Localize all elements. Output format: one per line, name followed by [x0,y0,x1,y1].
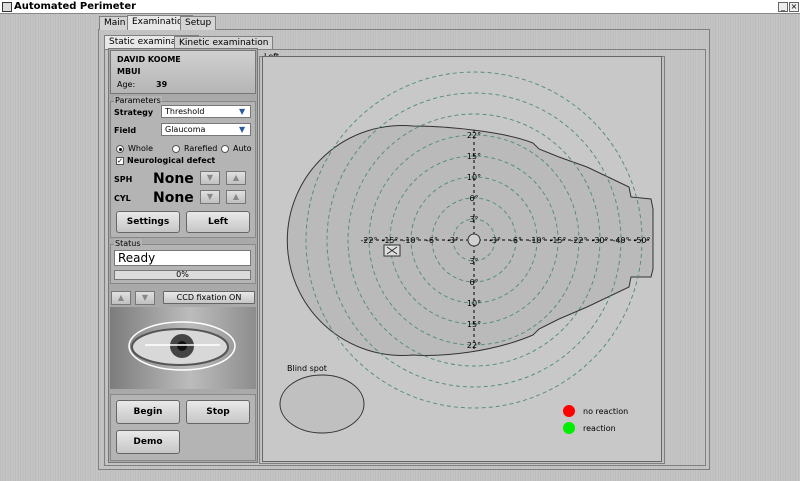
parameters-title: Parameters [114,96,162,105]
tick-label-right: -10° [528,236,545,245]
arrow-down-icon: ▼ [206,173,214,182]
age-value: 39 [156,80,168,89]
radio-rarefied-label: Rarefied [184,144,218,153]
tick-label-right: -3° [489,236,501,245]
title-bar: Automated Perimeter _ × [0,0,800,14]
perimetry-chart: 22° 15° 10° 6° 3° 3° 6° 10° 15° 22° -22° -15° -10° -6… [262,56,662,462]
dropdown-arrow-icon: ▼ [239,107,246,116]
status-text: Ready [114,250,251,266]
eye-camera-view [110,307,256,389]
radio-whole-label: Whole [128,144,154,153]
field-value: Glaucoma [165,125,206,134]
patient-card: DAVID KOOME MBUI Age: 39 [110,50,256,94]
tab-setup[interactable]: Setup [180,16,217,30]
sph-up-button[interactable]: ▲ [226,171,246,185]
tick-label-right: -50° [633,236,650,245]
demo-button[interactable]: Demo [116,430,180,454]
tick-label-down: 6° [469,278,478,287]
stop-button[interactable]: Stop [186,400,250,424]
blind-spot-ellipse [279,374,365,434]
legend-no-reaction-label: no reaction [583,407,628,416]
eye-select-button[interactable]: Left [186,211,250,233]
cyl-label: CYL [114,194,131,203]
strategy-label: Strategy [114,108,154,117]
neuro-label: Neurological defect [127,156,216,165]
radio-rarefied[interactable] [172,145,180,153]
perimetry-svg: 22° 15° 10° 6° 3° 3° 6° 10° 15° 22° -22° -15° -10° -6… [279,71,654,434]
tick-label-right: -22° [570,236,587,245]
tick-label-down: 10° [467,299,481,308]
tick-label-right: -15° [549,236,566,245]
sph-value: None [153,171,194,187]
eye-image [128,321,236,371]
arrow-up-icon: ▲ [232,192,240,201]
tick-label-down: 3° [469,257,478,266]
tick-label-right: -40° [612,236,629,245]
camera-down-button[interactable]: ▼ [135,291,155,305]
window-title: Automated Perimeter [14,1,137,12]
radio-whole[interactable] [116,145,124,153]
status-title: Status [114,239,142,248]
tab-main[interactable]: Main [99,16,131,30]
app-icon [2,2,12,12]
neuro-checkbox[interactable]: ✓ [116,157,124,165]
cyl-value: None [153,190,194,206]
sph-down-button[interactable]: ▼ [200,171,220,185]
dropdown-arrow-icon: ▼ [239,125,246,134]
field-label: Field [114,126,137,135]
tick-label-right: -30° [591,236,608,245]
radio-auto[interactable] [221,145,229,153]
tick-label-down: 22° [467,341,481,350]
ccd-fixation-button[interactable]: CCD fixation ON [163,291,255,304]
patient-first-name: DAVID KOOME [117,55,181,64]
legend-reaction-dot [563,422,575,434]
arrow-up-icon: ▲ [117,293,125,302]
patient-last-name: MBUI [117,67,141,76]
begin-button[interactable]: Begin [116,400,180,424]
tick-label-up: 22° [467,131,481,140]
tick-label-up: 15° [467,152,481,161]
progress-bar: 0% [114,270,251,280]
cyl-up-button[interactable]: ▲ [226,190,246,204]
settings-button[interactable]: Settings [116,211,180,233]
legend-no-reaction-dot [563,405,575,417]
fixation-point [467,233,481,247]
blind-spot-marker [383,244,401,257]
tick-label-left: -10° [402,236,419,245]
camera-up-button[interactable]: ▲ [111,291,131,305]
strategy-select[interactable]: Threshold ▼ [161,105,251,118]
field-select[interactable]: Glaucoma ▼ [161,123,251,136]
arrow-up-icon: ▲ [232,173,240,182]
tick-label-up: 6° [469,194,478,203]
legend-reaction-label: reaction [583,424,616,433]
close-icon[interactable]: × [789,2,799,12]
tick-label-up: 10° [467,173,481,182]
minimize-icon[interactable]: _ [778,2,788,12]
cyl-down-button[interactable]: ▼ [200,190,220,204]
tick-label-left: -15° [381,236,398,245]
tick-label-left: -3° [447,236,459,245]
radio-auto-label: Auto [233,144,252,153]
tick-label-left: -22° [360,236,377,245]
arrow-down-icon: ▼ [206,192,214,201]
arrow-down-icon: ▼ [141,293,149,302]
tick-label-up: 3° [469,215,478,224]
tick-label-left: -6° [426,236,438,245]
tick-label-right: -6° [510,236,522,245]
tick-label-down: 15° [467,320,481,329]
strategy-value: Threshold [165,107,205,116]
sph-label: SPH [114,175,133,184]
blind-spot-label: Blind spot [287,364,327,373]
age-label: Age: [117,80,136,89]
progress-label: 0% [176,270,189,279]
